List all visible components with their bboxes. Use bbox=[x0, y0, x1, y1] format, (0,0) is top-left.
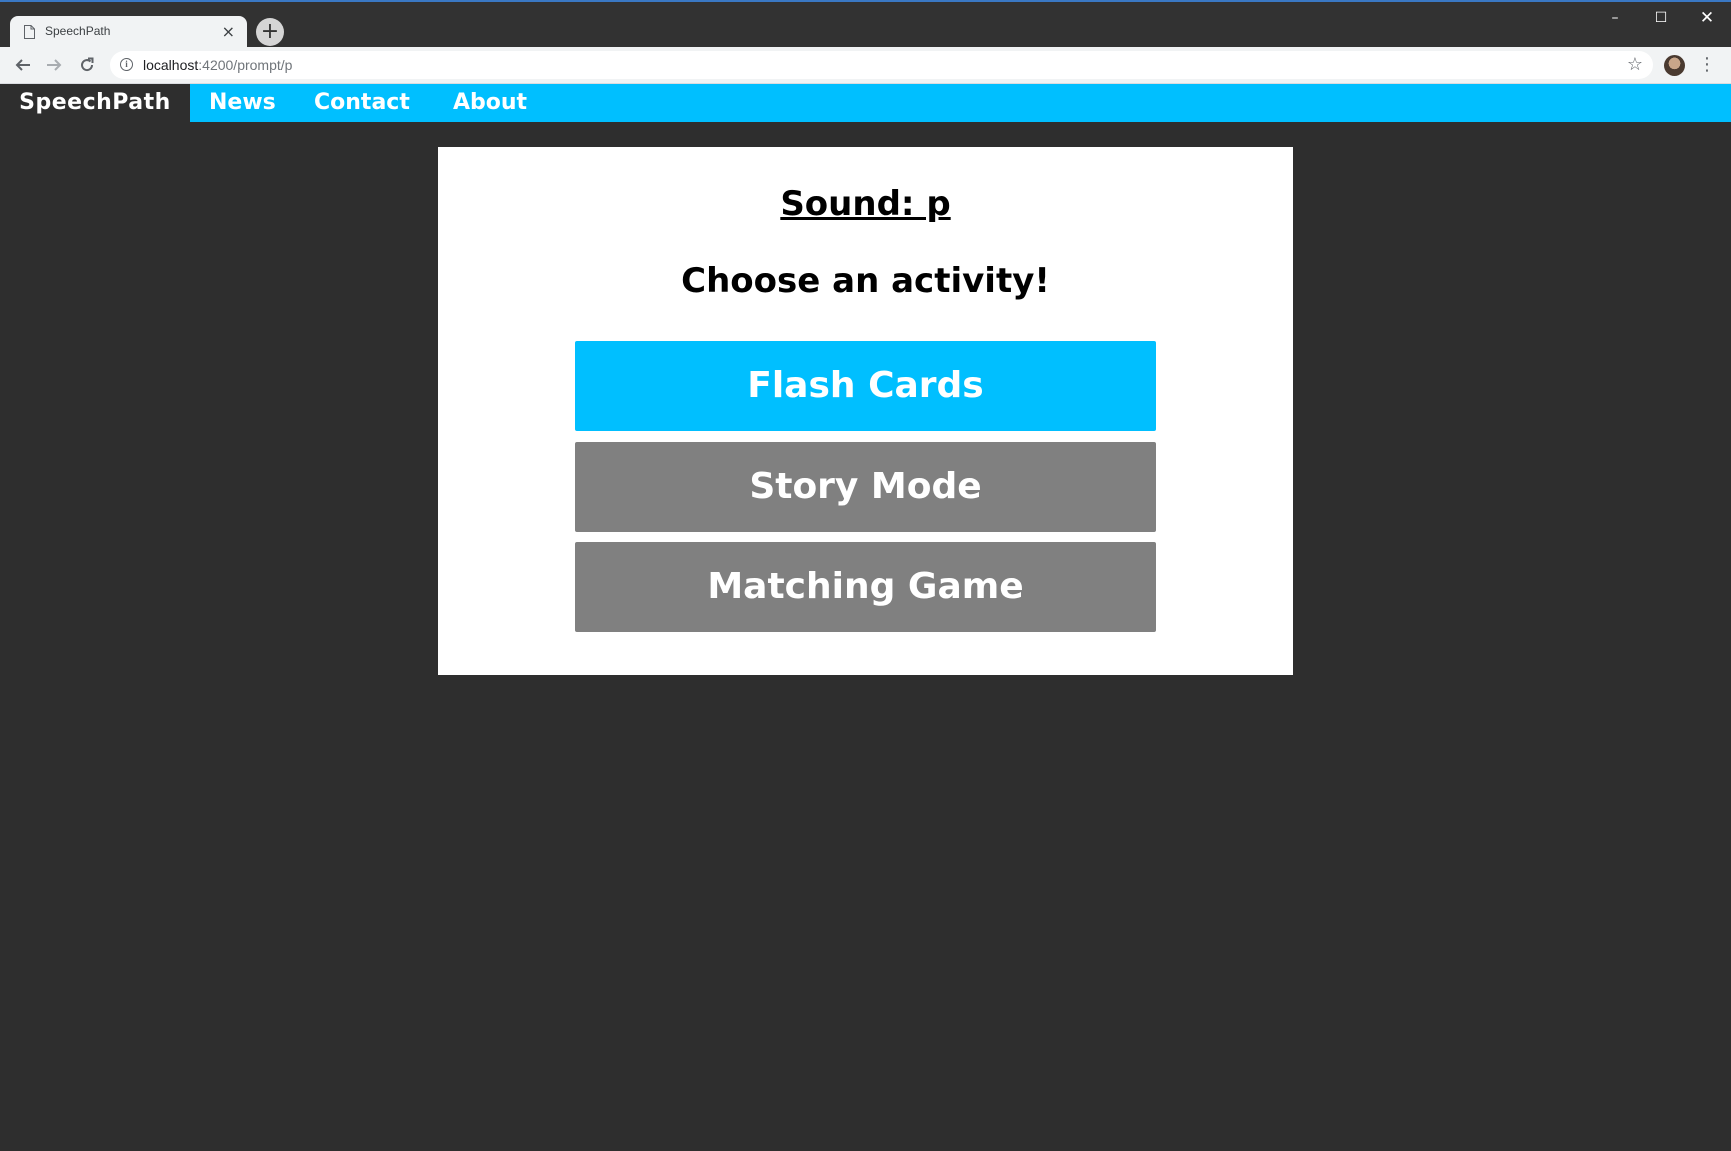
url-host: localhost bbox=[143, 57, 199, 73]
tab-close-icon[interactable]: × bbox=[222, 22, 235, 41]
arrow-right-icon bbox=[47, 59, 62, 71]
forward-button[interactable] bbox=[42, 53, 66, 77]
nav-link-about[interactable]: About bbox=[453, 84, 527, 122]
activity-prompt: Choose an activity! bbox=[681, 261, 1050, 301]
window-close-button[interactable]: ✕ bbox=[1684, 6, 1730, 30]
info-icon[interactable]: i bbox=[120, 58, 133, 71]
avatar[interactable] bbox=[1664, 55, 1685, 76]
page-icon bbox=[24, 25, 35, 39]
matching-game-button[interactable]: Matching Game bbox=[575, 542, 1156, 632]
window-minimize-button[interactable]: – bbox=[1592, 6, 1638, 30]
brand-logo[interactable]: SpeechPath bbox=[0, 84, 190, 122]
browser-titlebar: SpeechPath × + – ☐ ✕ bbox=[0, 0, 1731, 49]
reload-button[interactable] bbox=[75, 53, 99, 77]
site-navbar: SpeechPath News Contact About bbox=[0, 84, 1731, 122]
url-path: :4200/prompt/p bbox=[198, 57, 293, 73]
sound-title: Sound: p bbox=[780, 184, 951, 224]
nav-link-contact[interactable]: Contact bbox=[314, 84, 410, 122]
star-icon[interactable]: ☆ bbox=[1627, 54, 1643, 75]
back-button[interactable] bbox=[11, 53, 35, 77]
new-tab-button[interactable]: + bbox=[256, 18, 284, 46]
activity-card: Sound: p Choose an activity! Flash Cards… bbox=[438, 147, 1293, 675]
nav-link-news[interactable]: News bbox=[209, 84, 276, 122]
story-mode-button[interactable]: Story Mode bbox=[575, 442, 1156, 532]
window-maximize-button[interactable]: ☐ bbox=[1638, 6, 1684, 30]
flash-cards-button[interactable]: Flash Cards bbox=[575, 341, 1156, 431]
address-bar[interactable]: i localhost:4200/prompt/p ☆ bbox=[110, 51, 1653, 79]
arrow-left-icon bbox=[15, 59, 30, 71]
browser-toolbar: i localhost:4200/prompt/p ☆ ⋮ bbox=[0, 47, 1731, 84]
reload-icon bbox=[81, 57, 94, 72]
tab-title: SpeechPath bbox=[45, 24, 111, 38]
kebab-menu-icon[interactable]: ⋮ bbox=[1698, 53, 1716, 77]
url-text[interactable]: localhost:4200/prompt/p bbox=[143, 57, 292, 73]
browser-tab[interactable]: SpeechPath × bbox=[10, 16, 247, 49]
